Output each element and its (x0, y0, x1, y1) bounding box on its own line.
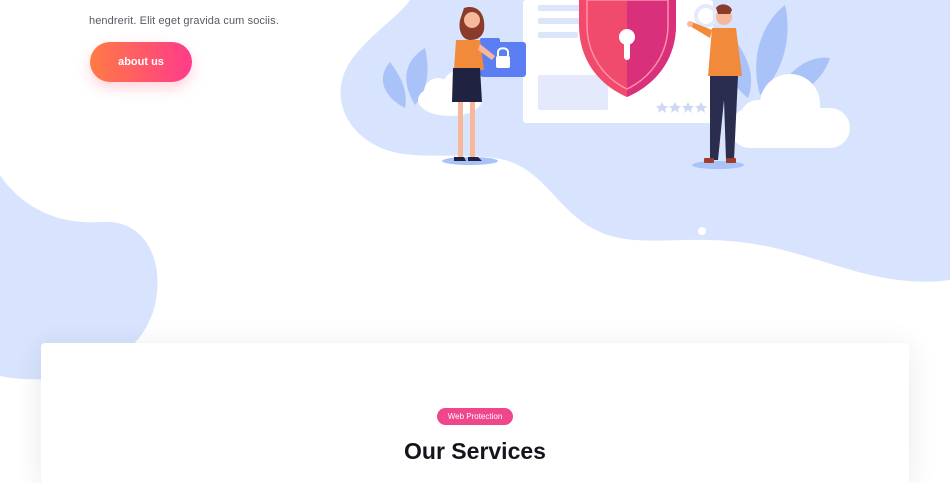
services-section: Web Protection Our Services (41, 343, 909, 483)
slider-dot[interactable] (698, 227, 706, 235)
security-illustration (382, 0, 850, 169)
services-title: Our Services (404, 438, 546, 464)
web-protection-badge: Web Protection (437, 408, 513, 425)
folder-lock-icon (480, 38, 526, 77)
about-us-button[interactable]: about us (90, 42, 192, 82)
hero-body-text: hendrerit. Elit eget gravida cum sociis. (89, 15, 279, 27)
